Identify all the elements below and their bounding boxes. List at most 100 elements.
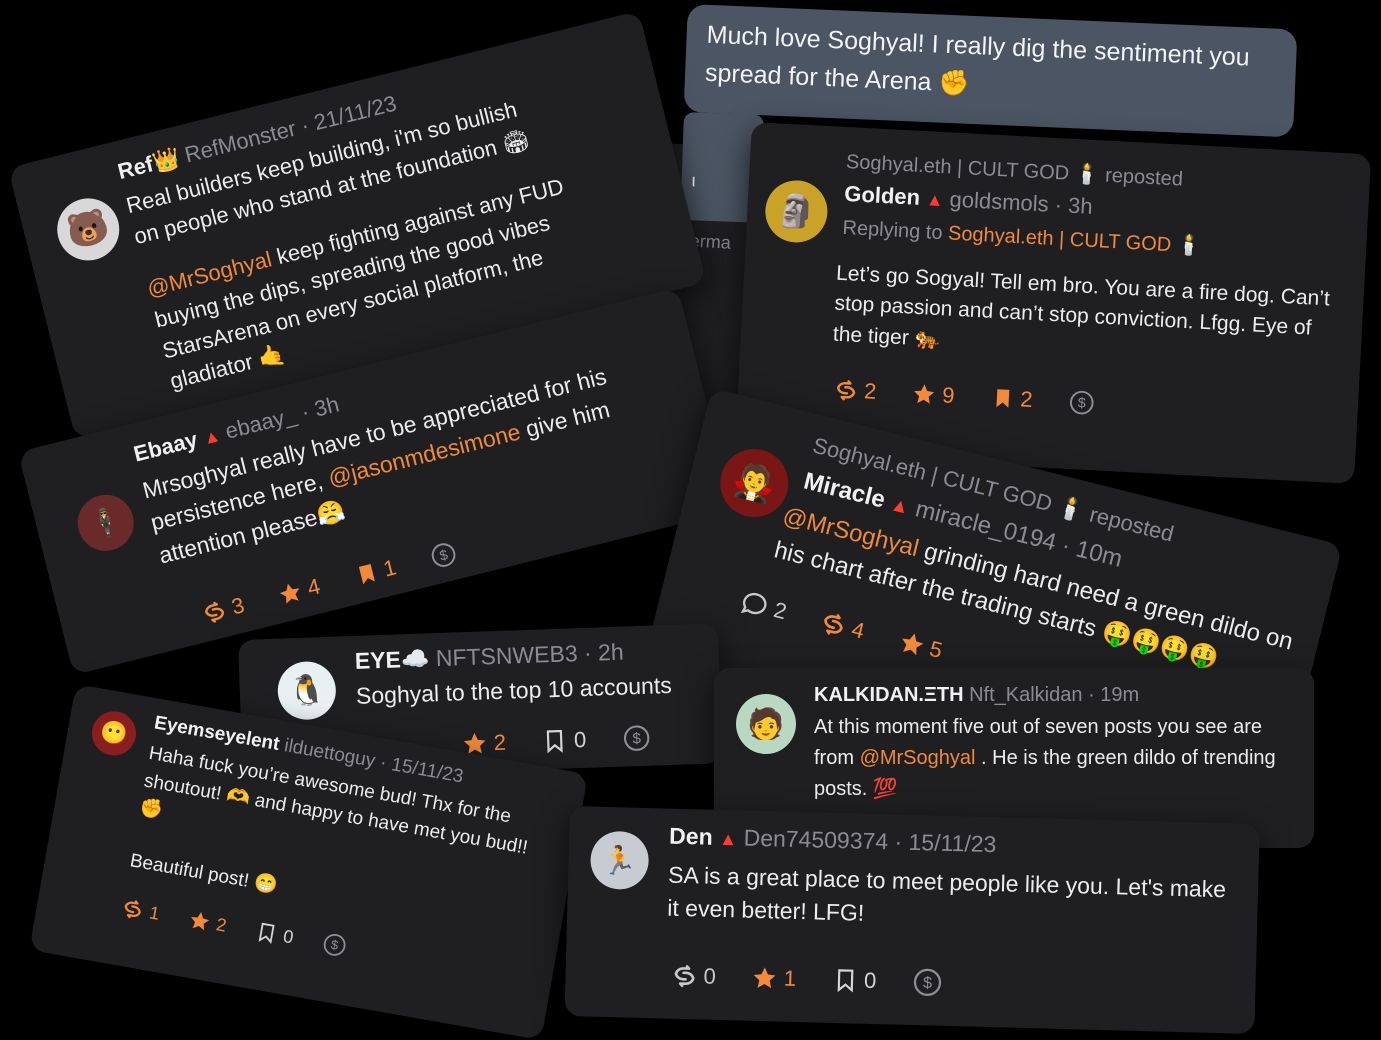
bookmark-icon	[990, 386, 1015, 411]
post-body: Soghyal to the top 10 accounts	[355, 667, 716, 713]
comment-button[interactable]: 2	[738, 588, 790, 626]
tip-button[interactable]	[321, 931, 355, 960]
replying-to-link[interactable]: Soghyal.eth | CULT GOD 🕯️	[947, 222, 1202, 257]
avatar[interactable]: 🐻	[50, 191, 126, 267]
chat-bubble: Much love Soghyal! I really dig the sent…	[683, 4, 1298, 138]
repost-icon	[818, 609, 850, 641]
tip-button[interactable]	[428, 538, 465, 571]
face-icon: 😶	[98, 718, 130, 748]
chat-bubble-text: Much love Soghyal! I really dig the sent…	[704, 20, 1251, 98]
repost-button[interactable]: 3	[200, 592, 247, 627]
tip-button[interactable]	[912, 967, 949, 998]
star-button[interactable]: 9	[912, 381, 956, 409]
bookmark-count: 1	[380, 554, 399, 582]
star-icon	[896, 628, 928, 660]
character-icon: 🧛	[729, 459, 780, 507]
author-name[interactable]: EYE☁️	[354, 645, 430, 674]
reposted-label: reposted	[1104, 164, 1184, 191]
author-name[interactable]: Ebaay	[131, 427, 200, 467]
author-handle[interactable]: Nft_Kalkidan	[969, 684, 1082, 706]
reposter-name[interactable]: Soghyal.eth | CULT GOD 🕯️	[845, 151, 1100, 186]
avatar[interactable]: 🧑	[736, 694, 796, 754]
repost-button[interactable]: 2	[833, 377, 877, 405]
bookmark-count: 0	[573, 726, 587, 753]
dollar-icon	[622, 724, 651, 753]
author-handle[interactable]: goldsmols	[949, 186, 1049, 216]
post-actions: 0 1 0	[671, 961, 984, 999]
repost-icon	[120, 897, 145, 922]
star-icon	[751, 965, 778, 992]
post-time: · 3h	[1054, 191, 1094, 219]
mention-link[interactable]: @MrSoghyal	[860, 747, 976, 769]
star-button[interactable]: 1	[751, 965, 796, 992]
post-text: grinding hard need a green dildo on his …	[771, 536, 1296, 673]
star-count: 5	[927, 635, 945, 664]
post-text: SA is a great place to meet people like …	[667, 861, 1227, 927]
author-name[interactable]: KALKIDAN.ΞTH	[814, 684, 964, 706]
author-name[interactable]: Den	[669, 823, 713, 850]
bookmark-button[interactable]: 1	[352, 554, 399, 589]
post-text: Soghyal to the top 10 accounts	[355, 671, 673, 709]
bookmark-button[interactable]: 0	[832, 967, 877, 994]
repost-icon	[833, 378, 858, 403]
post-card-den[interactable]: 🏃 Den ▲ Den74509374 · 15/11/23 SA is a g…	[564, 806, 1260, 1034]
post-time: · 10m	[1059, 531, 1126, 573]
star-button[interactable]: 2	[187, 908, 228, 936]
bookmark-count: 0	[281, 925, 296, 947]
repost-count: 1	[147, 901, 162, 924]
post-header: Den ▲ Den74509374 · 15/11/23	[669, 823, 997, 859]
bookmark-button[interactable]: 0	[254, 920, 295, 948]
star-count: 2	[214, 913, 229, 936]
repost-count: 4	[849, 616, 868, 644]
character-icon: 🧑	[747, 707, 785, 741]
repost-icon	[200, 598, 229, 627]
post-body: Let’s go Sogyal! Tell em bro. You are a …	[832, 259, 1346, 377]
avatar[interactable]: 😶	[88, 707, 140, 759]
star-icon	[276, 579, 305, 608]
bookmark-outline-icon	[254, 920, 279, 945]
author-name[interactable]: Golden	[844, 181, 921, 210]
repost-button[interactable]: 1	[120, 897, 161, 925]
star-icon	[187, 908, 212, 933]
bookmark-button[interactable]: 2	[990, 385, 1034, 413]
post-actions: 2 9 2	[833, 377, 1137, 419]
repost-icon	[671, 963, 698, 990]
repost-button[interactable]: 0	[671, 963, 716, 990]
tip-button[interactable]	[1068, 389, 1101, 417]
bookmark-button[interactable]: 0	[542, 727, 587, 755]
post-body: At this moment five out of seven posts y…	[814, 712, 1304, 805]
post-header: Golden ▲ goldsmols · 3h	[844, 181, 1094, 220]
author-handle[interactable]: Den74509374	[743, 825, 888, 855]
avatar[interactable]: 🐧	[276, 660, 337, 721]
alert-triangle-icon: ▲	[925, 189, 945, 211]
star-count: 1	[783, 965, 797, 991]
dollar-icon	[912, 967, 943, 998]
replying-to: Replying to Soghyal.eth | CULT GOD 🕯️	[842, 215, 1202, 259]
star-count: 2	[493, 729, 507, 756]
star-button[interactable]: 4	[276, 573, 323, 608]
star-button[interactable]: 5	[896, 628, 945, 664]
alert-triangle-icon: ▲	[200, 424, 223, 449]
star-count: 4	[304, 573, 323, 601]
repost-button[interactable]: 4	[818, 609, 867, 645]
author-handle[interactable]: NFTSNWEB3	[435, 640, 578, 671]
tip-button[interactable]	[622, 723, 657, 752]
bookmark-outline-icon	[832, 967, 859, 994]
alert-triangle-icon: ▲	[718, 827, 738, 850]
star-count: 9	[941, 382, 956, 408]
cut-text: ι	[691, 170, 696, 191]
avatar[interactable]: 🗿	[763, 178, 829, 245]
masked-bear-icon: 🐻	[63, 205, 114, 253]
post-body: SA is a great place to meet people like …	[667, 859, 1229, 940]
bookmark-count: 2	[1019, 386, 1034, 413]
avatar[interactable]: 🕴	[71, 488, 140, 557]
comment-count: 2	[771, 597, 790, 625]
bookmark-icon	[352, 560, 381, 589]
figure-icon: 🏃	[601, 844, 638, 877]
bookmark-count: 0	[863, 967, 877, 994]
post-time: · 15/11/23	[894, 828, 997, 858]
avatar[interactable]: 🏃	[589, 830, 650, 891]
post-time: · 19m	[1088, 684, 1140, 706]
dollar-icon	[321, 931, 349, 959]
star-icon	[912, 382, 937, 407]
